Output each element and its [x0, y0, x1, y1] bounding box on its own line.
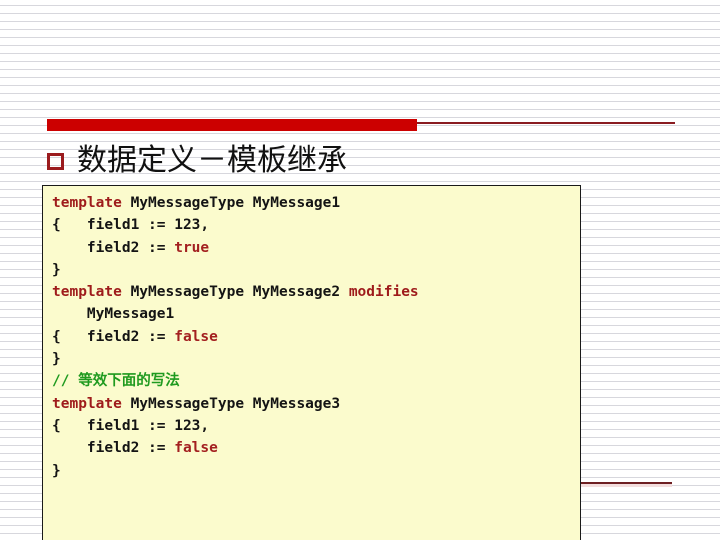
title-accent-bar — [47, 119, 417, 131]
code-token-kw: template — [52, 284, 122, 301]
slide-canvas: 数据定义－模板继承 template MyMessageType MyMessa… — [0, 0, 720, 540]
code-token-kw: template — [52, 395, 122, 412]
code-token-ident: { field2 := — [52, 328, 175, 345]
code-lines: template MyMessageType MyMessage1 { field… — [52, 192, 580, 482]
code-token-ident: MyMessageType MyMessage3 — [121, 395, 341, 412]
code-line: { field2 := false — [52, 326, 580, 348]
code-token-ident: { field1 := 123, — [52, 217, 210, 234]
code-token-ident: MyMessage1 — [52, 306, 175, 323]
code-token-lit: true — [174, 239, 210, 256]
code-token-ident: MyMessageType MyMessage1 — [121, 195, 341, 211]
hollow-square-bullet-icon — [47, 152, 64, 170]
code-token-lit: false — [174, 328, 218, 345]
code-token-kw: template — [52, 195, 122, 211]
slide-title-text: 数据定义－模板继承 — [77, 143, 347, 178]
code-token-ident: } — [52, 261, 61, 278]
bottom-rule-glow — [581, 484, 672, 487]
code-line: { field1 := 123, — [52, 214, 580, 236]
code-line: template MyMessageType MyMessage1 — [52, 192, 580, 214]
code-token-lit: false — [174, 440, 218, 457]
code-token-ident: field2 := — [52, 239, 175, 256]
code-line: // 等效下面的写法 — [52, 370, 580, 392]
code-line: } — [52, 460, 580, 482]
code-token-ident: field2 := — [52, 440, 175, 457]
slide-title: 数据定义－模板继承 — [47, 140, 347, 182]
code-line: } — [52, 348, 580, 370]
code-token-ident: } — [52, 351, 61, 368]
code-line: field2 := true — [52, 237, 580, 259]
code-token-ident: { field1 := 123, — [52, 417, 210, 434]
code-token-kw: modifies — [348, 284, 419, 301]
code-token-ident: MyMessageType MyMessage2 — [121, 284, 349, 301]
code-line: { field1 := 123, — [52, 415, 580, 437]
bottom-rule — [581, 482, 672, 484]
code-line: template MyMessageType MyMessage2 modifi… — [52, 281, 580, 303]
code-line: MyMessage1 — [52, 303, 580, 325]
code-token-ident: } — [52, 462, 61, 479]
code-token-cmt: // 等效下面的写法 — [52, 373, 180, 390]
code-line: } — [52, 259, 580, 281]
code-block: template MyMessageType MyMessage1 { field… — [42, 185, 581, 540]
code-line: template MyMessageType MyMessage3 — [52, 393, 580, 415]
code-line: field2 := false — [52, 437, 580, 459]
